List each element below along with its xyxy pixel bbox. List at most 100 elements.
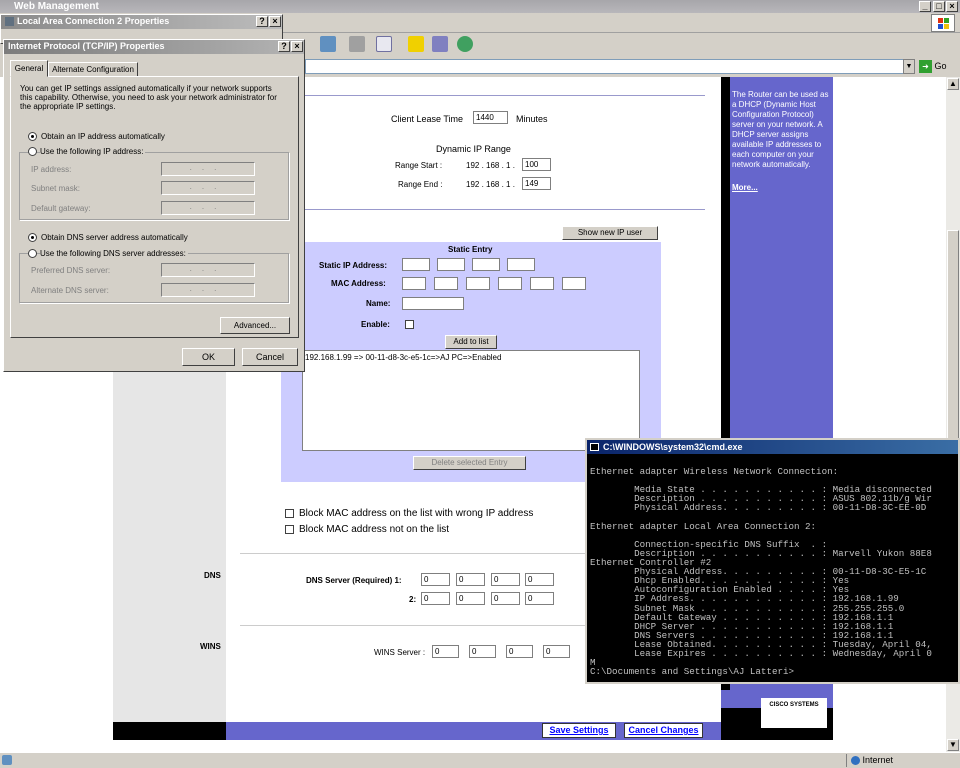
static-ip-octet-4[interactable] (507, 258, 535, 271)
tcpip-close-button[interactable]: × (291, 41, 303, 52)
tab-alternate-configuration[interactable]: Alternate Configuration (48, 62, 138, 77)
tcpip-dialog-title: Internet Protocol (TCP/IP) Properties (8, 41, 165, 51)
dns1-octet-1[interactable]: 0 (421, 573, 450, 586)
address-input[interactable] (305, 59, 915, 74)
messenger-icon[interactable] (457, 36, 473, 52)
use-following-ip-label: Use the following IP address: (40, 147, 146, 156)
tab-general[interactable]: General (10, 60, 48, 77)
wins-octet-4[interactable]: 0 (543, 645, 570, 658)
divider (240, 553, 585, 554)
advanced-button[interactable]: Advanced... (220, 317, 290, 334)
mac-byte-6[interactable] (562, 277, 586, 290)
globe-icon (851, 756, 860, 766)
subnet-mask-field[interactable]: ... (161, 181, 255, 195)
close-button[interactable]: × (946, 1, 958, 12)
obtain-ip-auto-radio[interactable] (28, 132, 37, 141)
divider (305, 95, 705, 96)
cmd-icon (590, 443, 599, 451)
page-icon (2, 755, 12, 765)
static-ip-octet-3[interactable] (472, 258, 500, 271)
dns-server-1-label: DNS Server (Required) 1: (306, 576, 402, 585)
enable-label: Enable: (361, 320, 390, 329)
block-not-on-list-label: Block MAC address not on the list (299, 524, 450, 535)
use-following-ip-radio[interactable] (28, 147, 37, 156)
list-item[interactable]: 192.168.1.99 => 00-11-d8-3c-e5-1c=>AJ PC… (303, 351, 639, 364)
go-label: Go (934, 61, 947, 71)
ip-address-label: IP address: (31, 165, 72, 174)
edit-icon[interactable] (376, 36, 392, 52)
mac-byte-1[interactable] (402, 277, 426, 290)
static-entry-list[interactable]: 192.168.1.99 => 00-11-d8-3c-e5-1c=>AJ PC… (302, 350, 640, 451)
preferred-dns-field[interactable]: ... (161, 263, 255, 277)
mac-byte-2[interactable] (434, 277, 458, 290)
wins-octet-2[interactable]: 0 (469, 645, 496, 658)
dns-server-2-label: 2: (409, 595, 417, 604)
dns1-octet-4[interactable]: 0 (525, 573, 554, 586)
zone-label: Internet (862, 755, 894, 765)
wins-server-label: WINS Server : (374, 648, 426, 657)
mac-byte-4[interactable] (498, 277, 522, 290)
range-heading: Dynamic IP Range (436, 144, 511, 154)
divider (240, 625, 585, 626)
dns2-octet-2[interactable]: 0 (456, 592, 485, 605)
wins-octet-3[interactable]: 0 (506, 645, 533, 658)
browser-title: Web Management (14, 1, 99, 12)
mac-byte-5[interactable] (530, 277, 554, 290)
dns2-octet-1[interactable]: 0 (421, 592, 450, 605)
wins-octet-1[interactable]: 0 (432, 645, 459, 658)
dns1-octet-2[interactable]: 0 (456, 573, 485, 586)
lease-time-input[interactable]: 1440 (473, 111, 508, 124)
default-gateway-label: Default gateway: (31, 204, 91, 213)
block-wrong-ip-checkbox[interactable] (285, 509, 294, 518)
obtain-dns-auto-label: Obtain DNS server address automatically (41, 233, 188, 242)
mac-label: MAC Address: (331, 279, 386, 288)
ok-button[interactable]: OK (182, 348, 235, 366)
cancel-changes-button[interactable]: Cancel Changes (624, 723, 703, 738)
block-not-on-list-checkbox[interactable] (285, 525, 294, 534)
delete-entry-button[interactable]: Delete selected Entry (413, 456, 526, 470)
research-icon[interactable] (432, 36, 448, 52)
mail-icon[interactable] (320, 36, 336, 52)
static-ip-octet-1[interactable] (402, 258, 430, 271)
browser-title-bar: Web Management (0, 0, 960, 13)
range-end-prefix: 192 . 168 . 1 . (466, 180, 515, 189)
add-to-list-button[interactable]: Add to list (445, 335, 497, 349)
go-button[interactable]: ➜ Go (919, 59, 955, 74)
cancel-button[interactable]: Cancel (242, 348, 298, 366)
print-icon[interactable] (349, 36, 365, 52)
range-start-input[interactable]: 100 (522, 158, 551, 171)
divider (305, 209, 705, 210)
maximize-button[interactable]: □ (933, 1, 945, 12)
static-entry-heading: Static Entry (448, 245, 493, 254)
static-ip-octet-2[interactable] (437, 258, 465, 271)
scroll-down-icon[interactable]: ▼ (947, 739, 959, 751)
save-settings-button[interactable]: Save Settings (542, 723, 616, 738)
lan-close-button[interactable]: × (269, 16, 281, 27)
use-following-dns-radio[interactable] (28, 249, 37, 258)
static-ip-label: Static IP Address: (319, 261, 388, 270)
scroll-up-icon[interactable]: ▲ (947, 78, 959, 90)
alternate-dns-field[interactable]: ... (161, 283, 255, 297)
dns2-octet-3[interactable]: 0 (491, 592, 520, 605)
range-end-input[interactable]: 149 (522, 177, 551, 190)
name-input[interactable] (402, 297, 464, 310)
cmd-output[interactable]: Ethernet adapter Wireless Network Connec… (587, 454, 958, 684)
dns1-octet-3[interactable]: 0 (491, 573, 520, 586)
discuss-icon[interactable] (408, 36, 424, 52)
lan-help-button[interactable]: ? (256, 16, 268, 27)
show-new-ip-user-button[interactable]: Show new IP user (562, 226, 658, 240)
mac-byte-3[interactable] (466, 277, 490, 290)
more-link[interactable]: More... (732, 183, 831, 193)
default-gateway-field[interactable]: ... (161, 201, 255, 215)
ip-address-field[interactable]: ... (161, 162, 255, 176)
address-dropdown-icon[interactable]: ▼ (903, 59, 915, 74)
dns2-octet-4[interactable]: 0 (525, 592, 554, 605)
obtain-ip-auto-label: Obtain an IP address automatically (41, 132, 165, 141)
lan-dialog-title-bar: Local Area Connection 2 Properties (1, 15, 282, 29)
minimize-button[interactable]: _ (919, 1, 931, 12)
lease-label: Client Lease Time (391, 114, 464, 124)
obtain-dns-auto-radio[interactable] (28, 233, 37, 242)
zone-indicator: Internet (846, 754, 960, 767)
tcpip-help-button[interactable]: ? (278, 41, 290, 52)
enable-checkbox[interactable] (405, 320, 414, 329)
